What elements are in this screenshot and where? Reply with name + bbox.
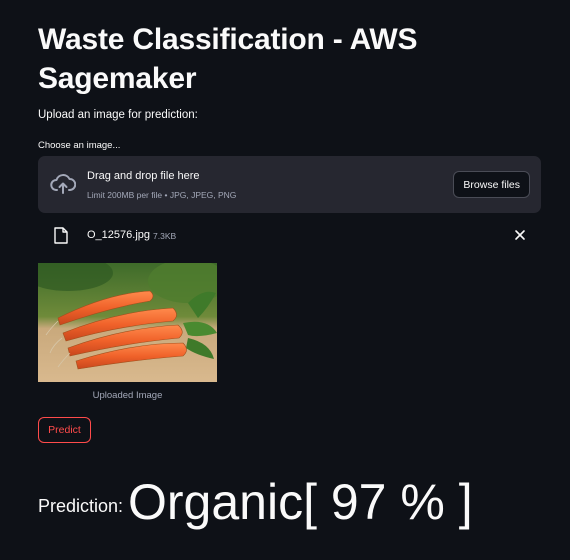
dropzone-limit-text: Limit 200MB per file • JPG, JPEG, PNG <box>87 190 237 200</box>
close-icon <box>515 230 525 240</box>
file-size: 7.3KB <box>153 230 177 241</box>
dropzone-instructions: Drag and drop file here <box>87 170 200 182</box>
file-icon <box>54 227 68 244</box>
page-title: Waste Classification - AWS Sagemaker <box>38 23 418 95</box>
cloud-upload-icon <box>50 174 76 194</box>
file-name: O_12576.jpg <box>87 229 150 241</box>
uploaded-file-row: O_12576.jpg 7.3KB <box>38 222 541 248</box>
image-caption: Uploaded Image <box>92 390 163 401</box>
uploaded-image <box>38 263 217 382</box>
uploader-label: Choose an image... <box>38 140 121 151</box>
prediction-label: Prediction: <box>38 496 124 516</box>
file-dropzone[interactable]: Drag and drop file here Limit 200MB per … <box>38 156 541 213</box>
browse-files-button[interactable]: Browse files <box>453 171 530 198</box>
app-root: Waste Classification - AWS Sagemaker Upl… <box>0 0 570 560</box>
page-subtitle: Upload an image for prediction: <box>38 109 198 121</box>
carrots-photo <box>38 263 217 382</box>
prediction-value: Organic[ 97 % ] <box>128 474 473 530</box>
remove-file-button[interactable] <box>511 226 529 244</box>
predict-button[interactable]: Predict <box>38 417 91 443</box>
